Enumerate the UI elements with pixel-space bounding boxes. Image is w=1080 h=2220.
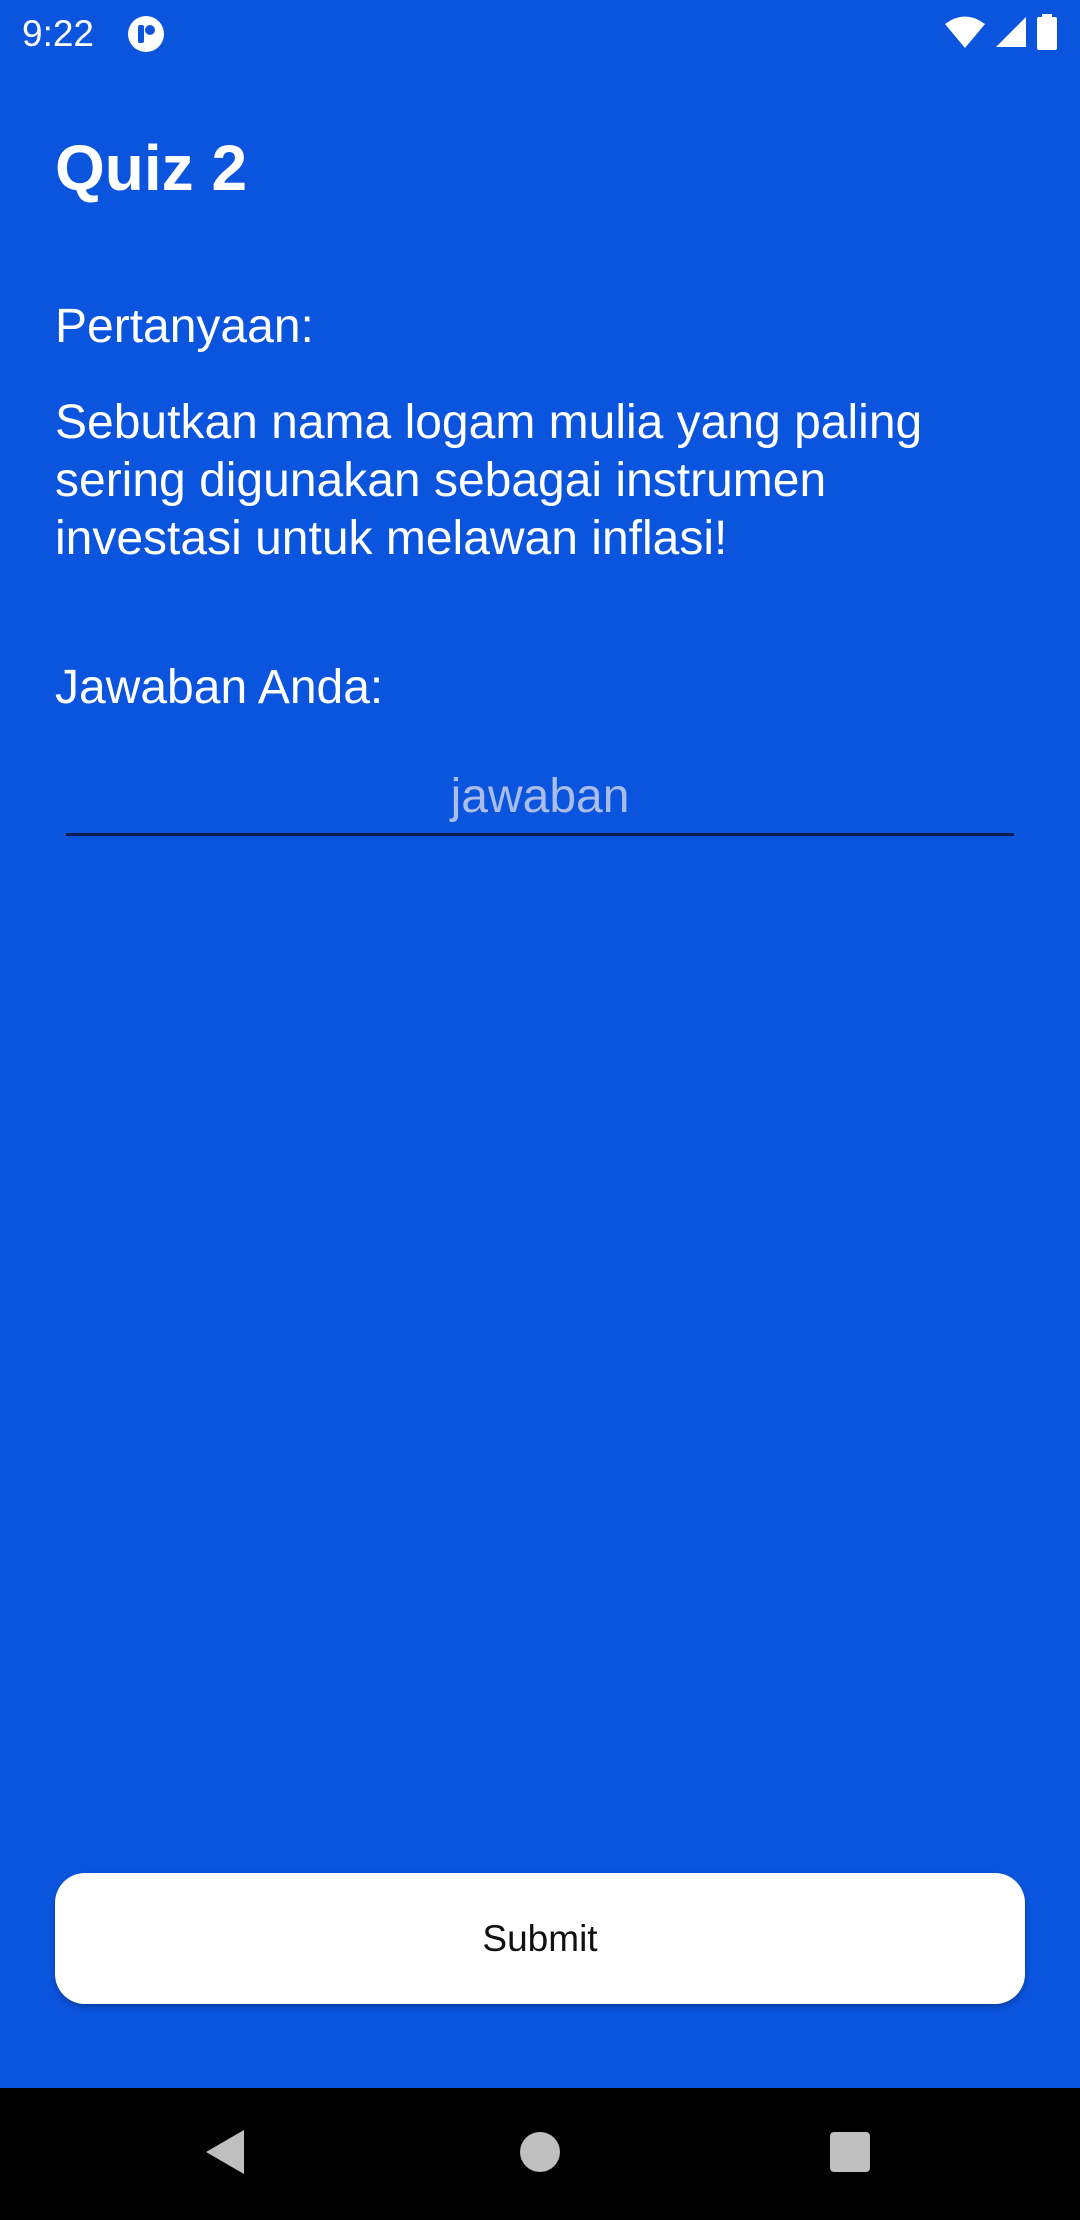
home-button[interactable] [474,2088,606,2220]
app-notification-icon [127,15,165,53]
question-text: Sebutkan nama logam mulia yang paling se… [55,396,923,565]
battery-icon [1036,13,1058,55]
status-time: 9:22 [22,13,95,54]
signal-icon [994,15,1028,54]
back-button[interactable] [160,2088,292,2220]
status-icons [944,13,1058,55]
recents-icon [829,2131,871,2178]
wifi-icon [944,15,986,54]
status-bar: 9:22 [0,0,1080,66]
home-icon [518,2130,562,2179]
question-label: Pertanyaan: [55,300,314,353]
quiz-screen: 9:22 Quiz 2 Pertanyaan: Sebutkan nama lo… [0,0,1080,2220]
answer-input[interactable] [66,760,1014,836]
submit-button[interactable]: Submit [55,1873,1025,2004]
recents-button[interactable] [784,2088,916,2220]
navigation-bar [0,2088,1080,2220]
answer-label: Jawaban Anda: [55,661,384,714]
back-icon [204,2128,248,2181]
quiz-title: Quiz 2 [55,132,248,204]
